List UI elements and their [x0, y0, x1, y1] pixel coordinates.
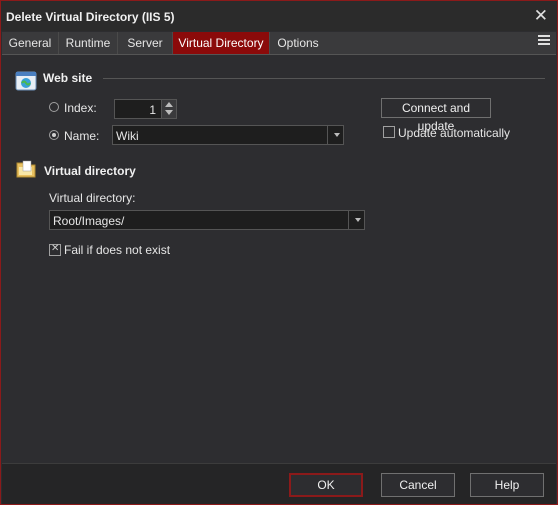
update-auto-label: Update automatically: [398, 126, 511, 140]
website-globe-icon: [15, 70, 37, 92]
section-divider: [103, 78, 545, 79]
folder-icon: [15, 158, 37, 180]
tab-virtual-directory[interactable]: Virtual Directory: [173, 32, 270, 54]
tab-general[interactable]: General: [2, 32, 59, 54]
dropdown-button[interactable]: [327, 126, 343, 144]
index-spinner[interactable]: 1: [114, 99, 177, 119]
arrow-up-icon[interactable]: [165, 102, 173, 107]
connect-update-button[interactable]: Connect and update: [381, 98, 491, 133]
name-combobox[interactable]: Wiki: [112, 125, 344, 145]
chevron-down-icon: [355, 218, 361, 222]
website-section-title: Web site: [43, 71, 93, 85]
dropdown-button[interactable]: [348, 211, 364, 229]
close-icon[interactable]: ✕: [534, 6, 548, 26]
tab-bar: General Runtime Server Virtual Directory…: [2, 32, 556, 55]
cancel-button[interactable]: Cancel: [381, 473, 455, 497]
update-auto-checkbox[interactable]: [383, 126, 395, 138]
tab-options[interactable]: Options: [270, 32, 326, 54]
dialog-window: Delete Virtual Directory (IIS 5) ✕ Gener…: [0, 0, 558, 505]
button-bar: OK Cancel Help: [2, 463, 556, 504]
name-value: Wiki: [116, 129, 139, 143]
chevron-down-icon: [334, 133, 340, 137]
virtual-directory-combobox[interactable]: Root/Images/: [49, 210, 365, 230]
index-radio[interactable]: [49, 102, 59, 112]
name-label: Name:: [64, 129, 100, 143]
virtual-field-label: Virtual directory:: [49, 191, 136, 205]
fail-label: Fail if does not exist: [64, 243, 171, 257]
index-value: 1: [149, 103, 156, 117]
title-bar[interactable]: Delete Virtual Directory (IIS 5) ✕: [1, 1, 557, 31]
index-label: Index:: [64, 101, 97, 115]
spinner-buttons[interactable]: [161, 100, 176, 118]
tab-runtime[interactable]: Runtime: [59, 32, 118, 54]
help-button[interactable]: Help: [470, 473, 544, 497]
hamburger-icon[interactable]: [538, 35, 550, 49]
virtual-section-title: Virtual directory: [44, 164, 136, 178]
arrow-down-icon[interactable]: [165, 110, 173, 115]
virtual-directory-value: Root/Images/: [53, 214, 125, 228]
name-radio[interactable]: [49, 130, 59, 140]
tab-server[interactable]: Server: [118, 32, 173, 54]
fail-checkbox[interactable]: [49, 243, 61, 256]
ok-button[interactable]: OK: [289, 473, 363, 497]
window-title: Delete Virtual Directory (IIS 5): [6, 10, 175, 24]
